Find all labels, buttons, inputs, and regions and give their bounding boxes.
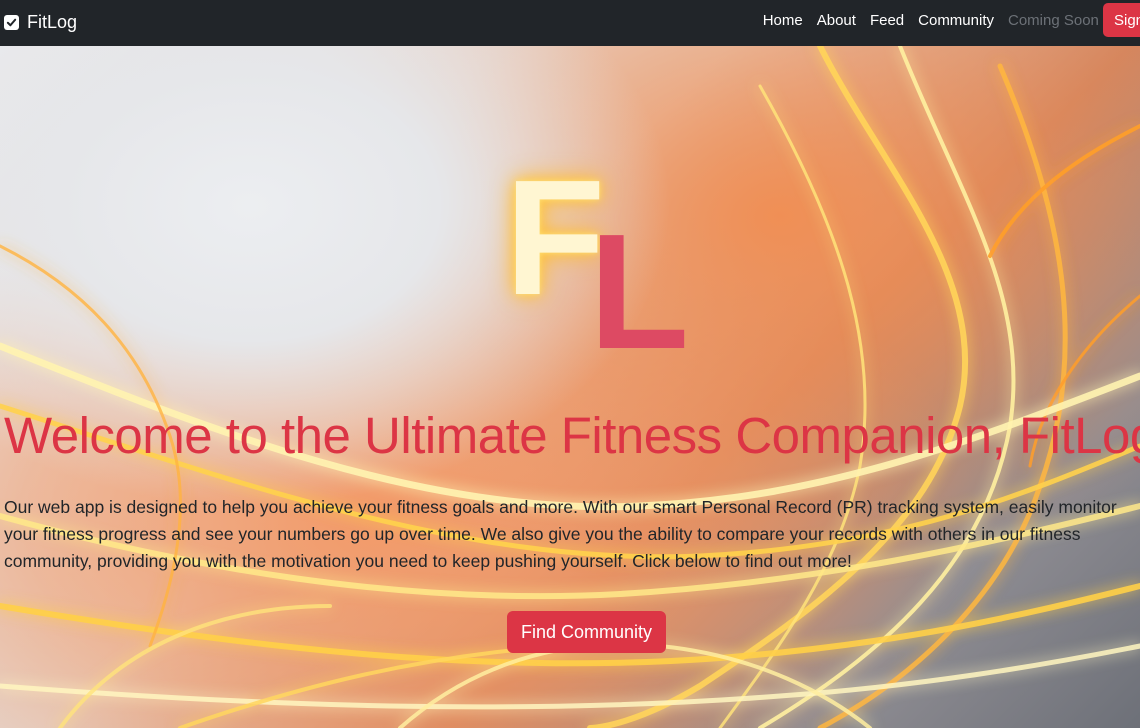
signup-button[interactable]: Sign — [1103, 3, 1140, 37]
checkbox-icon — [4, 14, 19, 30]
nav-link-community[interactable]: Community — [918, 12, 994, 29]
nav-link-home[interactable]: Home — [763, 12, 803, 29]
hero-headline: Welcome to the Ultimate Fitness Companio… — [4, 407, 1140, 464]
hero-section: F L Welcome to the Ultimate Fitness Comp… — [0, 46, 1140, 728]
nav-link-feed[interactable]: Feed — [870, 12, 904, 29]
hero-intro-text: Our web app is designed to help you achi… — [4, 497, 1117, 571]
nav-links: Home About Feed Community — [763, 12, 994, 29]
nav-link-coming-soon: Coming Soon — [1008, 12, 1099, 29]
logo-letter-l: L — [589, 200, 690, 383]
brand-name: FitLog — [27, 11, 78, 32]
fitlog-logo: F L — [505, 156, 705, 374]
find-community-button[interactable]: Find Community — [507, 611, 666, 653]
brand-link[interactable]: FitLog — [4, 10, 77, 34]
top-navbar: FitLog Home About Feed Community Coming … — [0, 0, 1140, 46]
nav-link-about[interactable]: About — [817, 12, 856, 29]
